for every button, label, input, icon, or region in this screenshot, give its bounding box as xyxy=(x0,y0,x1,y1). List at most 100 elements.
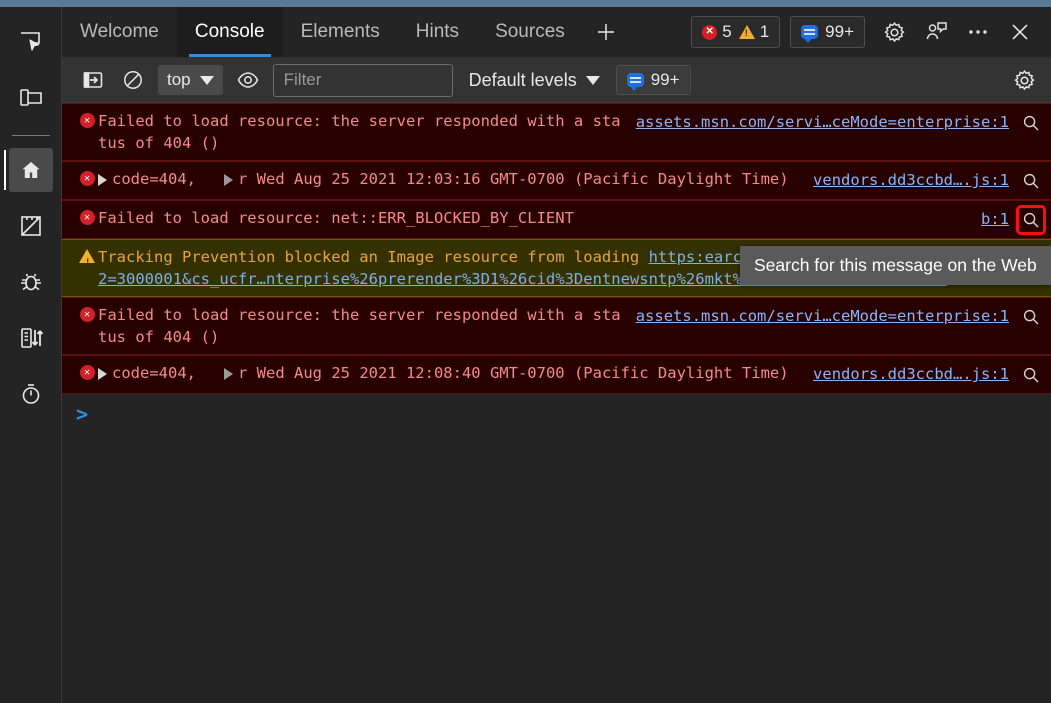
console-message-meta: assets.msn.com/servi…ceMode=enterprise:1 xyxy=(636,110,1043,135)
tooltip-text: Search for this message on the Web xyxy=(754,255,1037,275)
tab-elements-label: Elements xyxy=(301,21,380,43)
tab-list: Welcome Console Elements Hints Sources xyxy=(62,7,583,57)
error-icon: ✕ xyxy=(76,365,98,380)
device-emulation-icon[interactable] xyxy=(9,75,53,119)
console-message-row[interactable]: ✕ Failed to load resource: the server re… xyxy=(62,103,1051,161)
tab-welcome-label: Welcome xyxy=(80,21,159,43)
console-message-text: Failed to load resource: the server resp… xyxy=(98,110,636,154)
search-web-icon[interactable] xyxy=(1019,169,1043,193)
console-filter-toolbar: top Default levels 99+ xyxy=(62,58,1051,103)
source-link[interactable]: vendors.dd3ccbd….js:1 xyxy=(813,169,1009,191)
search-web-icon[interactable] xyxy=(1019,305,1043,329)
warning-prefix: Tracking Prevention blocked an Image res… xyxy=(98,248,649,266)
chevron-down-icon-levels xyxy=(586,76,600,85)
console-sidebar-toggle-icon[interactable] xyxy=(78,65,108,95)
console-message-row[interactable]: ✕ Failed to load resource: net::ERR_BLOC… xyxy=(62,200,1051,239)
console-message-list[interactable]: ✕ Failed to load resource: the server re… xyxy=(62,103,1051,703)
elements-icon[interactable] xyxy=(9,204,53,248)
warning-count: 1 xyxy=(760,22,769,42)
tab-console[interactable]: Console xyxy=(177,7,283,57)
source-link[interactable]: assets.msn.com/servi…ceMode=enterprise:1 xyxy=(636,111,1009,133)
activity-bar-divider xyxy=(12,135,50,136)
search-web-icon-highlighted[interactable] xyxy=(1019,208,1043,232)
expand-arrow-icon[interactable] xyxy=(98,174,107,186)
filterbar-issues-count: 99+ xyxy=(651,70,680,90)
devtools-window: Welcome Console Elements Hints Sources xyxy=(0,0,1051,703)
console-message-meta: vendors.dd3ccbd….js:1 xyxy=(813,362,1043,387)
prompt-chevron-icon: > xyxy=(76,402,88,426)
warning-icon xyxy=(76,249,98,263)
feedback-icon[interactable] xyxy=(917,13,955,51)
add-tab-button[interactable] xyxy=(583,7,629,57)
error-count: 5 xyxy=(722,22,731,42)
log-levels-selector[interactable]: Default levels xyxy=(469,70,600,91)
issues-counter-button[interactable]: 99+ xyxy=(616,65,691,95)
tab-console-label: Console xyxy=(195,21,265,43)
console-message-text: Failed to load resource: net::ERR_BLOCKE… xyxy=(98,207,981,229)
source-link[interactable]: vendors.dd3ccbd….js:1 xyxy=(813,363,1009,385)
live-expression-icon[interactable] xyxy=(233,65,263,95)
tab-bar-spacer xyxy=(629,7,691,57)
console-prompt[interactable]: > xyxy=(62,394,1051,434)
chevron-down-icon xyxy=(200,76,214,85)
close-icon[interactable] xyxy=(1001,13,1039,51)
error-icon: ✕ xyxy=(76,210,98,225)
debugger-icon[interactable] xyxy=(9,260,53,304)
console-message-meta: b:1 xyxy=(981,207,1043,232)
error-icon: ✕ xyxy=(76,113,98,128)
devtools-panel: Welcome Console Elements Hints Sources xyxy=(62,7,1051,703)
execution-context-selector[interactable]: top xyxy=(158,65,223,95)
inspect-element-icon[interactable] xyxy=(9,19,53,63)
console-object-date: r Wed Aug 25 2021 12:08:40 GMT-0700 (Pac… xyxy=(238,364,789,382)
tab-hints-label: Hints xyxy=(416,21,459,43)
error-icon: ✕ xyxy=(702,25,717,40)
more-options-icon[interactable] xyxy=(959,13,997,51)
blocked-url-link-line1[interactable]: https: xyxy=(649,248,705,266)
console-message-text: Failed to load resource: the server resp… xyxy=(98,304,636,348)
filter-input[interactable] xyxy=(273,64,453,97)
console-message-row[interactable]: ✕ code=404, r Wed Aug 25 2021 12:08:40 G… xyxy=(62,355,1051,394)
tab-welcome[interactable]: Welcome xyxy=(62,7,177,57)
gear-icon[interactable] xyxy=(875,13,913,51)
console-message-text: code=404, r Wed Aug 25 2021 12:03:16 GMT… xyxy=(98,168,813,190)
performance-icon[interactable] xyxy=(9,372,53,416)
error-icon: ✕ xyxy=(76,171,98,186)
error-badge[interactable]: ✕ 5 xyxy=(702,22,731,42)
console-message-row[interactable]: ✕ Failed to load resource: the server re… xyxy=(62,297,1051,355)
console-object-code: code=404, xyxy=(112,170,196,188)
home-icon[interactable] xyxy=(9,148,53,192)
console-settings-gear-icon[interactable] xyxy=(1009,65,1039,95)
error-icon: ✕ xyxy=(76,307,98,322)
search-web-icon[interactable] xyxy=(1019,363,1043,387)
window-title-strip xyxy=(0,0,1051,7)
log-levels-value: Default levels xyxy=(469,70,577,91)
network-icon[interactable] xyxy=(9,316,53,360)
tab-sources[interactable]: Sources xyxy=(477,7,583,57)
execution-context-value: top xyxy=(167,70,191,90)
warning-badge[interactable]: 1 xyxy=(739,22,769,42)
devtools-body: Welcome Console Elements Hints Sources xyxy=(0,7,1051,703)
expand-arrow-icon-2[interactable] xyxy=(224,174,233,186)
expand-arrow-icon-2[interactable] xyxy=(224,368,233,380)
source-link[interactable]: b:1 xyxy=(981,208,1009,230)
search-web-tooltip: Search for this message on the Web xyxy=(740,246,1051,285)
warning-icon xyxy=(739,25,755,39)
clear-console-icon[interactable] xyxy=(118,65,148,95)
console-object-date: r Wed Aug 25 2021 12:03:16 GMT-0700 (Pac… xyxy=(238,170,789,188)
tab-bar-actions: ✕ 5 1 99+ xyxy=(691,7,1051,57)
console-object-code: code=404, xyxy=(112,364,196,382)
expand-arrow-icon[interactable] xyxy=(98,368,107,380)
tab-elements[interactable]: Elements xyxy=(283,7,398,57)
error-warning-badge-group[interactable]: ✕ 5 1 xyxy=(691,16,780,48)
console-message-row[interactable]: ✕ code=404, r Wed Aug 25 2021 12:03:16 G… xyxy=(62,161,1051,200)
search-web-icon[interactable] xyxy=(1019,111,1043,135)
console-message-meta: assets.msn.com/servi…ceMode=enterprise:1 xyxy=(636,304,1043,329)
message-bubble-icon xyxy=(801,25,818,39)
activity-bar xyxy=(0,7,62,703)
source-link[interactable]: assets.msn.com/servi…ceMode=enterprise:1 xyxy=(636,305,1009,327)
console-message-text: code=404, r Wed Aug 25 2021 12:08:40 GMT… xyxy=(98,362,813,384)
tab-sources-label: Sources xyxy=(495,21,565,43)
issues-badge-group[interactable]: 99+ xyxy=(790,16,865,48)
tab-bar: Welcome Console Elements Hints Sources xyxy=(62,7,1051,58)
tab-hints[interactable]: Hints xyxy=(398,7,477,57)
